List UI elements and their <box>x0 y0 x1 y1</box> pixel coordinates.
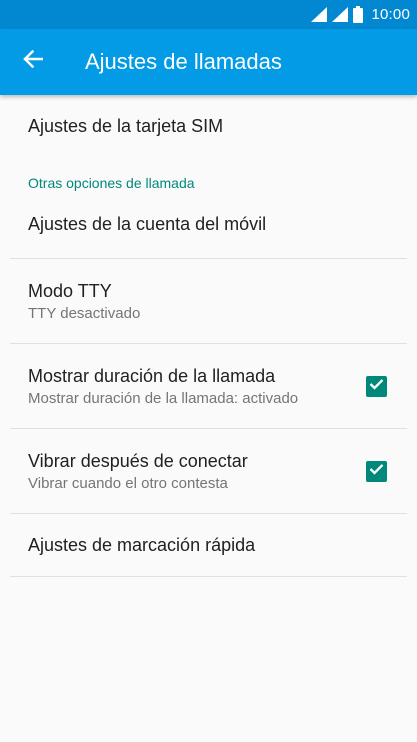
vibrate-after-connect-summary: Vibrar cuando el otro contesta <box>28 474 228 492</box>
tty-mode-texts: Modo TTY TTY desactivado <box>28 281 389 322</box>
mobile-account-texts: Ajustes de la cuenta del móvil <box>28 214 389 235</box>
signal-icon <box>332 7 349 22</box>
vibrate-after-connect-item[interactable]: Vibrar después de conectar Vibrar cuando… <box>0 429 417 513</box>
sim-settings-item[interactable]: Ajustes de la tarjeta SIM <box>0 95 417 157</box>
tty-mode-summary: TTY desactivado <box>28 304 141 322</box>
mobile-account-settings-item[interactable]: Ajustes de la cuenta del móvil <box>0 191 417 258</box>
vibrate-after-connect-checkbox[interactable] <box>366 460 387 482</box>
arrow-back-icon <box>23 49 44 73</box>
check-icon <box>369 462 384 480</box>
check-icon <box>369 377 384 395</box>
speed-dial-texts: Ajustes de marcación rápida <box>28 535 389 556</box>
vibrate-after-connect-title: Vibrar después de conectar <box>28 450 248 471</box>
show-call-duration-title: Mostrar duración de la llamada <box>28 365 276 386</box>
page-title: Ajustes de llamadas <box>85 49 282 74</box>
show-call-duration-texts: Mostrar duración de la llamada Mostrar d… <box>28 366 366 407</box>
mobile-account-title: Ajustes de la cuenta del móvil <box>28 214 267 234</box>
signal-icon <box>311 7 328 22</box>
sim-settings-title: Ajustes de la tarjeta SIM <box>28 115 224 136</box>
category-header: Otras opciones de llamada <box>28 175 195 191</box>
sim-settings-texts: Ajustes de la tarjeta SIM <box>28 116 389 137</box>
speed-dial-settings-item[interactable]: Ajustes de marcación rápida <box>0 514 417 576</box>
back-button[interactable] <box>10 38 56 84</box>
tty-mode-title: Modo TTY <box>28 280 112 301</box>
status-bar: 10:00 <box>0 0 417 29</box>
speed-dial-title: Ajustes de marcación rápida <box>28 534 256 555</box>
divider <box>10 576 407 577</box>
status-icons: 10:00 <box>311 0 410 29</box>
show-call-duration-checkbox[interactable] <box>366 375 387 397</box>
show-call-duration-summary: Mostrar duración de la llamada: activado <box>28 389 299 407</box>
vibrate-after-connect-texts: Vibrar después de conectar Vibrar cuando… <box>28 451 366 492</box>
status-time: 10:00 <box>371 6 410 23</box>
tty-mode-item[interactable]: Modo TTY TTY desactivado <box>0 259 417 343</box>
battery-icon <box>353 6 364 23</box>
app-bar: Ajustes de llamadas <box>0 29 417 95</box>
settings-list: Ajustes de la tarjeta SIM Otras opciones… <box>0 95 417 577</box>
show-call-duration-item[interactable]: Mostrar duración de la llamada Mostrar d… <box>0 344 417 428</box>
